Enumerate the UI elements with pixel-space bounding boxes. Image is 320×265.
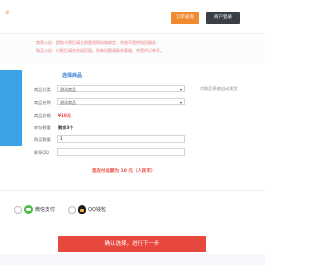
product-select[interactable]: 测试商品 ▾ <box>57 98 185 105</box>
qq-penguin-icon <box>78 205 86 214</box>
radio-icon <box>14 205 22 214</box>
wechat-icon <box>24 205 33 214</box>
quantity-value: 1 <box>60 136 63 141</box>
notice-line-2: 购买公告：付款后请勿关闭页面，如有问题请联系客服，并提供订单号。 <box>36 48 164 53</box>
contact-qq-input[interactable] <box>57 148 185 156</box>
radio-icon <box>68 205 76 214</box>
category-select[interactable]: 测试商品 ▾ <box>57 85 185 92</box>
wechat-pay-label: 微信支付 <box>35 207 56 213</box>
category-label: 商品分类 <box>34 87 51 92</box>
chevron-down-icon: ▾ <box>179 87 182 92</box>
stock-value: 剩余3个 <box>58 125 74 130</box>
divider <box>0 190 265 191</box>
section-title: 选择商品 <box>62 73 83 79</box>
quantity-input[interactable]: 1 <box>57 135 185 143</box>
qq-wallet-option[interactable]: QQ钱包 <box>68 205 106 214</box>
quantity-label: 购买数量 <box>34 137 51 142</box>
total-amount: 您应付总额为 10 元（人民币） <box>92 169 156 174</box>
product-label: 商品名称 <box>34 100 51 105</box>
wechat-pay-option[interactable]: 微信支付 <box>14 205 55 214</box>
price-value: ¥10元 <box>58 113 71 118</box>
contact-label: 联系QQ <box>34 150 49 155</box>
order-query-button[interactable]: 订单查询 <box>171 12 199 24</box>
qq-wallet-label: QQ钱包 <box>88 207 106 213</box>
order-form: 选择商品 商品分类 测试商品 ▾ 商品名称 测试商品 ▾ 商品价格 ¥10元 库… <box>22 70 265 180</box>
left-accent-bar <box>0 70 22 146</box>
stock-label: 库存数量 <box>34 125 51 130</box>
logo: ⊕ <box>5 10 10 16</box>
side-note: 付款后系统自动发货 <box>200 86 238 91</box>
notice-panel: 商家公告：提取卡密后请立即更改密码和绑定，系统不提供找回服务 购买公告：付款后请… <box>0 36 265 64</box>
bottom-strip <box>0 254 265 265</box>
price-label: 商品价格 <box>34 113 51 118</box>
product-value: 测试商品 <box>60 100 76 105</box>
chevron-down-icon: ▾ <box>179 100 182 105</box>
confirm-button[interactable]: 确认选择，进行下一步 <box>58 236 206 252</box>
notice-line-1: 商家公告：提取卡密后请立即更改密码和绑定，系统不提供找回服务 <box>36 40 156 45</box>
merchant-login-button[interactable]: 商户登录 <box>206 12 240 24</box>
category-value: 测试商品 <box>60 87 76 92</box>
